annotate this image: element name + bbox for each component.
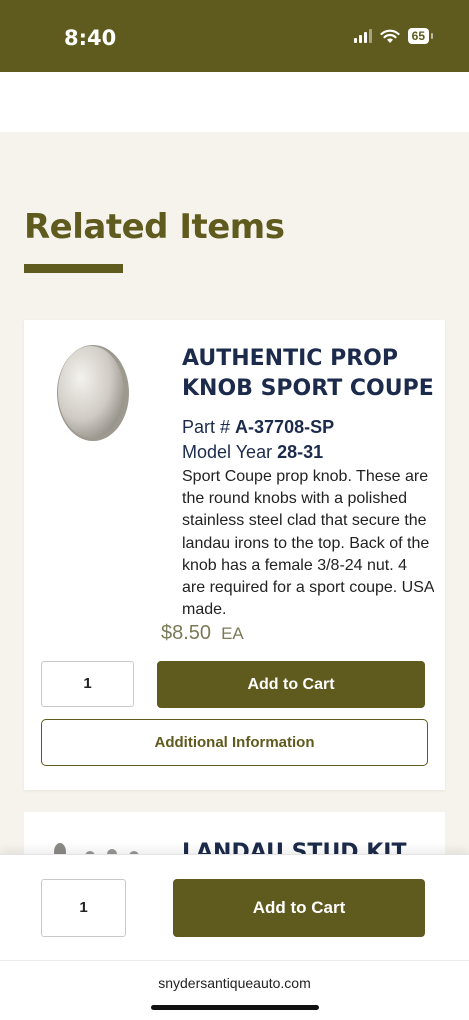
title-underline xyxy=(24,264,123,273)
prop-knob-image[interactable] xyxy=(56,344,136,454)
add-to-cart-button[interactable]: Add to Cart xyxy=(173,879,425,937)
quantity-input[interactable]: 1 xyxy=(41,661,134,707)
url-text[interactable]: snydersantiqueauto.com xyxy=(0,975,469,991)
part-label: Part # xyxy=(182,417,231,437)
header-band xyxy=(0,72,469,132)
product-description: Sport Coupe prop knob. These are the rou… xyxy=(182,468,434,619)
additional-information-button[interactable]: Additional Information xyxy=(41,719,428,766)
battery-icon: 65 xyxy=(407,28,434,44)
price-row: $8.50 EA xyxy=(161,622,244,645)
quantity-input[interactable]: 1 xyxy=(41,879,126,937)
home-indicator[interactable] xyxy=(151,1005,319,1010)
section-title: Related Items xyxy=(24,207,285,247)
product-title[interactable]: AUTHENTIC PROP KNOB SPORT COUPE xyxy=(182,344,437,404)
price: $8.50 xyxy=(161,622,212,644)
sticky-cart-bar: 1 Add to Cart xyxy=(0,854,469,960)
product-card: AUTHENTIC PROP KNOB SPORT COUPE Part # A… xyxy=(24,320,445,790)
status-bar: 8:40 65 xyxy=(0,0,469,72)
price-unit: EA xyxy=(221,624,244,643)
cellular-signal-icon xyxy=(353,29,372,43)
model-year: 28-31 xyxy=(277,442,324,462)
status-time: 8:40 xyxy=(64,26,117,50)
wifi-icon xyxy=(380,29,400,43)
browser-url-bar: snydersantiqueauto.com xyxy=(0,960,469,1020)
status-icons: 65 xyxy=(353,28,434,44)
model-year-line: Model Year 28-31 xyxy=(182,442,323,463)
model-year-label: Model Year xyxy=(182,442,273,462)
part-number: A-37708-SP xyxy=(235,417,335,437)
add-to-cart-button[interactable]: Add to Cart xyxy=(157,661,425,708)
part-number-line: Part # A-37708-SP xyxy=(182,417,334,438)
